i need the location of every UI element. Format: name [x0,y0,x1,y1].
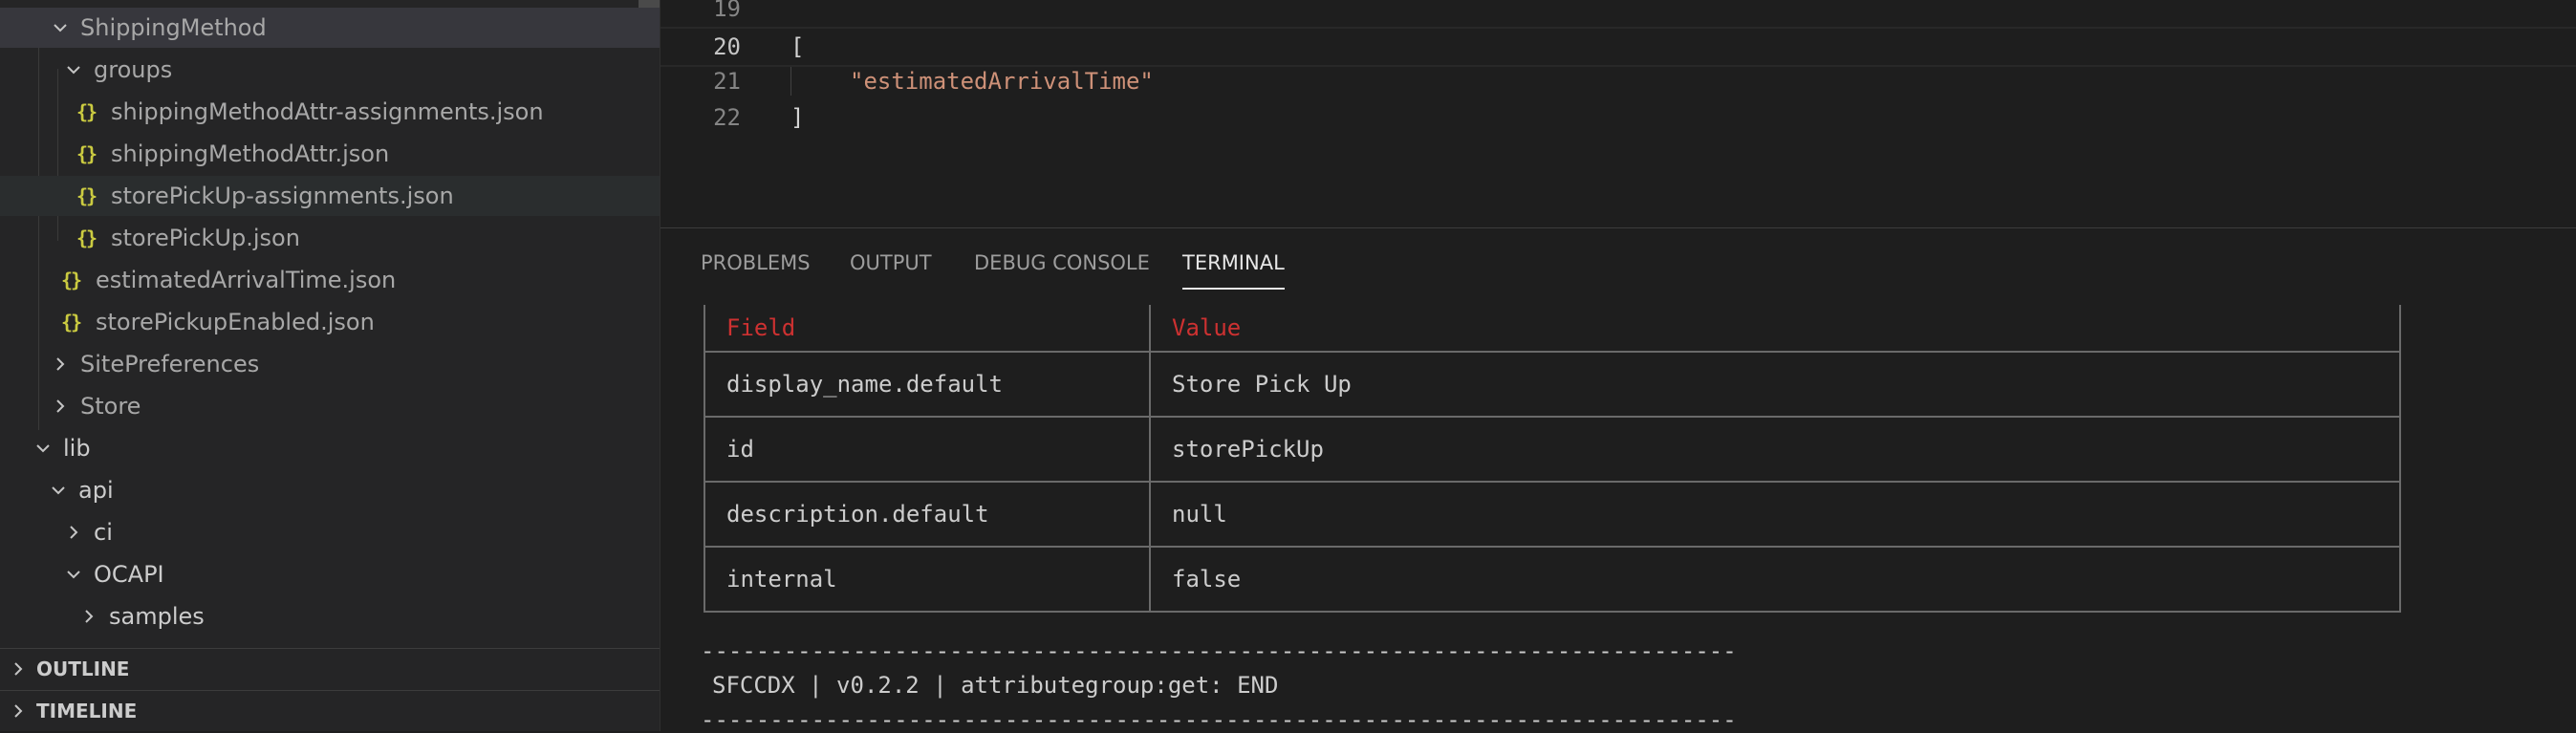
tree-item-label: shippingMethodAttr-assignments.json [111,98,544,125]
tree-item-json-file[interactable]: {} storePickUp-assignments.json [0,176,660,216]
json-file-icon: {} [76,142,97,165]
tree-item-label: lib [63,435,91,462]
tree-item-groups[interactable]: groups [0,50,660,90]
chevron-down-icon [50,17,71,38]
table-row: display_name.default Store Pick Up [704,352,2400,418]
tree-item-shippingmethod[interactable]: ShippingMethod [0,8,660,48]
tree-item-label: Store [80,393,141,420]
chevron-right-icon [50,396,71,417]
table-cell-value: false [1150,547,2400,613]
code-line: 22 ] [660,99,2576,136]
json-file-icon: {} [76,226,97,249]
tree-item-json-file[interactable]: {} storePickupEnabled.json [0,302,660,342]
table-cell-field: description.default [704,482,1151,548]
chevron-right-icon [8,658,29,679]
tree-item-label: api [78,477,114,504]
tree-item-label: storePickUp.json [111,225,300,251]
terminal-output[interactable]: Field Value display_name.default Store P… [660,305,2576,733]
tree-item-sitepreferences[interactable]: SitePreferences [0,344,660,384]
terminal-table: Field Value display_name.default Store P… [704,305,2401,613]
tree-item-ocapi[interactable]: OCAPI [0,554,660,594]
tree-item-json-file[interactable]: {} shippingMethodAttr.json [0,134,660,174]
tree-item-label: shippingMethodAttr.json [111,140,390,167]
chevron-down-icon [63,564,84,585]
tree-item-label: groups [94,56,173,83]
chevron-right-icon [63,522,84,543]
tree-item-json-file[interactable]: {} estimatedArrivalTime.json [0,260,660,300]
code-editor[interactable]: 19 20 [ 21 "estimatedArrivalTime" 22 ] [660,0,2576,227]
terminal-status-line: SFCCDX | v0.2.2 | attributegroup:get: EN… [712,672,1279,699]
line-number: 19 [713,0,741,22]
line-number: 21 [713,68,741,95]
table-cell-value: null [1150,482,2400,548]
table-header-value: Value [1150,305,2400,353]
tree-item-samples[interactable]: samples [0,596,660,636]
json-file-icon: {} [76,184,97,207]
table-row: internal false [704,547,2400,613]
table-cell-field: display_name.default [704,352,1151,418]
table-header-row: Field Value [704,305,2400,353]
code-string: "estimatedArrivalTime" [850,68,1154,95]
outline-section-header[interactable]: OUTLINE [0,648,660,689]
table-header-field: Field [704,305,1151,353]
panel-tabs: PROBLEMS OUTPUT DEBUG CONSOLE TERMINAL [660,228,2576,297]
line-number: 20 [713,33,741,60]
tree-item-label: storePickupEnabled.json [96,309,375,335]
tree-item-json-file[interactable]: {} storePickUp.json [0,218,660,258]
code-line: 19 [660,0,2576,27]
tree-item-lib[interactable]: lib [0,428,660,468]
chevron-down-icon [63,59,84,80]
table-cell-field: internal [704,547,1151,613]
bottom-panel: PROBLEMS OUTPUT DEBUG CONSOLE TERMINAL F… [660,227,2576,733]
json-file-icon: {} [61,269,82,291]
outline-label: OUTLINE [36,658,130,680]
tree-item-label: ShippingMethod [80,14,267,41]
chevron-down-icon [48,480,69,501]
json-file-icon: {} [76,100,97,123]
tab-problems[interactable]: PROBLEMS [701,251,811,288]
table-row: description.default null [704,482,2400,548]
indent-guide [790,67,791,96]
terminal-separator: ----------------------------------------… [701,637,1737,664]
table-cell-field: id [704,417,1151,483]
json-file-icon: {} [61,311,82,334]
chevron-right-icon [50,354,71,375]
chevron-right-icon [78,606,99,627]
tree-item-store[interactable]: Store [0,386,660,426]
terminal-separator: ----------------------------------------… [701,706,1737,733]
tree-item-label: estimatedArrivalTime.json [96,267,397,293]
timeline-section-header[interactable]: TIMELINE [0,690,660,731]
tab-debug-console[interactable]: DEBUG CONSOLE [974,251,1150,288]
table-row: id storePickUp [704,417,2400,483]
tree-item-api[interactable]: api [0,470,660,510]
table-cell-value: Store Pick Up [1150,352,2400,418]
tab-output[interactable]: OUTPUT [850,251,932,288]
tree-item-label: samples [109,603,205,630]
tree-item-label: SitePreferences [80,351,260,377]
tree-item-label: storePickUp-assignments.json [111,183,454,209]
line-number: 22 [713,104,741,131]
tree-item-json-file[interactable]: {} shippingMethodAttr-assignments.json [0,92,660,132]
tab-terminal[interactable]: TERMINAL [1182,251,1285,290]
table-cell-value: storePickUp [1150,417,2400,483]
chevron-down-icon [32,438,54,459]
code-line: 21 "estimatedArrivalTime" [660,63,2576,99]
tree-item-label: OCAPI [94,561,164,588]
chevron-right-icon [8,701,29,722]
tree-item-ci[interactable]: ci [0,512,660,552]
code-line-current: 20 [ [660,27,2576,67]
code-text: ] [790,104,805,131]
tree-item-label: ci [94,519,113,546]
code-text: [ [790,33,805,60]
timeline-label: TIMELINE [36,700,138,722]
explorer-sidebar: ShippingMethod groups {} shippingMethodA… [0,0,660,731]
